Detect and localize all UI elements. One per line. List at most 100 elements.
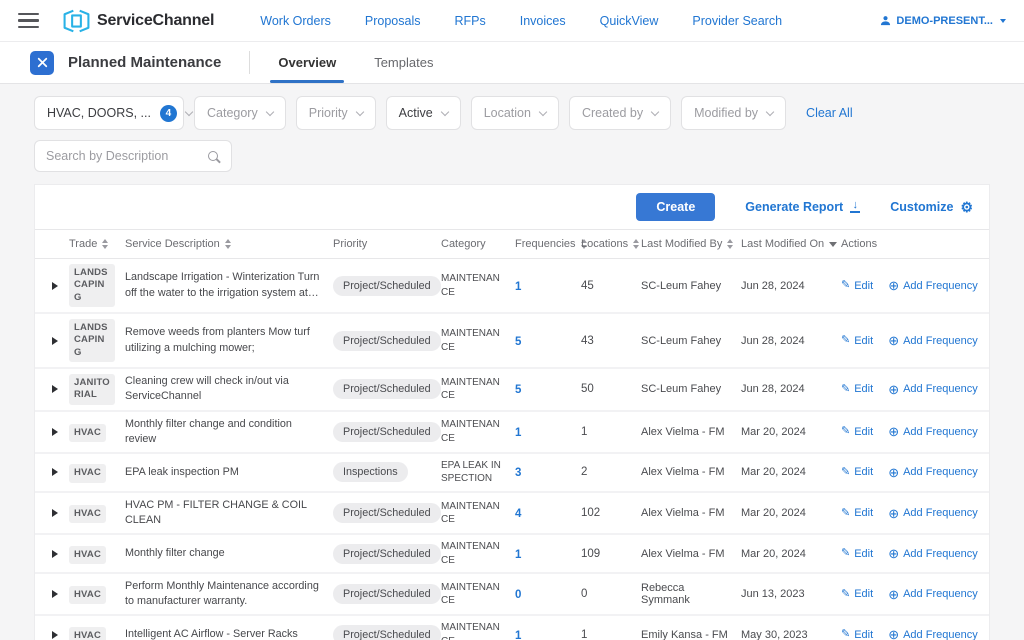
filter-dropdown[interactable]: Modified by bbox=[681, 96, 786, 130]
frequencies-link[interactable]: 1 bbox=[515, 281, 521, 293]
edit-link[interactable]: ✎ Edit bbox=[841, 280, 873, 292]
expand-row-icon[interactable] bbox=[52, 468, 58, 476]
last-modified-by-cell: SC-Leum Fahey bbox=[641, 335, 741, 347]
user-menu[interactable]: DEMO-PRESENT... bbox=[880, 15, 1006, 27]
generate-report-link[interactable]: Generate Report ↓ bbox=[745, 200, 860, 214]
edit-link[interactable]: ✎ Edit bbox=[841, 466, 873, 478]
edit-link[interactable]: ✎ Edit bbox=[841, 629, 873, 640]
frequencies-link[interactable]: 5 bbox=[515, 384, 521, 396]
frequencies-link[interactable]: 1 bbox=[515, 549, 521, 561]
priority-pill: Project/Scheduled bbox=[333, 331, 441, 351]
edit-link[interactable]: ✎ Edit bbox=[841, 383, 873, 395]
column-header[interactable]: Last Modified On bbox=[741, 238, 841, 250]
edit-link[interactable]: ✎ Edit bbox=[841, 426, 873, 438]
edit-icon: ✎ bbox=[841, 629, 850, 640]
trade-filter-count-badge: 4 bbox=[160, 105, 177, 122]
expand-row-icon[interactable] bbox=[52, 590, 58, 598]
nav-link[interactable]: Provider Search bbox=[692, 14, 782, 28]
tab[interactable]: Overview bbox=[278, 42, 336, 83]
frequencies-link[interactable]: 1 bbox=[515, 630, 521, 640]
add-frequency-link[interactable]: ⊕ Add Frequency bbox=[888, 334, 978, 347]
expand-row-icon[interactable] bbox=[52, 631, 58, 639]
filter-dropdown[interactable]: Active bbox=[386, 96, 461, 130]
create-button[interactable]: Create bbox=[636, 193, 715, 221]
brand-logo[interactable]: ServiceChannel bbox=[63, 9, 214, 33]
expand-row-icon[interactable] bbox=[52, 385, 58, 393]
hamburger-menu-icon[interactable] bbox=[18, 13, 39, 29]
customize-label: Customize bbox=[890, 200, 953, 214]
service-description: Cleaning crew will check in/out via Serv… bbox=[125, 374, 333, 404]
add-frequency-link[interactable]: ⊕ Add Frequency bbox=[888, 547, 978, 560]
table-header-row: Trade Service Description Priority bbox=[35, 229, 989, 259]
customize-link[interactable]: Customize ⚙ bbox=[890, 200, 973, 214]
nav-link[interactable]: Work Orders bbox=[260, 14, 331, 28]
column-header-label: Locations bbox=[581, 238, 628, 250]
edit-link[interactable]: ✎ Edit bbox=[841, 335, 873, 347]
edit-link[interactable]: ✎ Edit bbox=[841, 548, 873, 560]
last-modified-by-cell: Alex Vielma - FM bbox=[641, 548, 741, 560]
last-modified-on-cell: Jun 28, 2024 bbox=[741, 335, 841, 347]
add-frequency-link[interactable]: ⊕ Add Frequency bbox=[888, 628, 978, 640]
add-frequency-link[interactable]: ⊕ Add Frequency bbox=[888, 466, 978, 479]
edit-icon: ✎ bbox=[841, 426, 850, 437]
column-header[interactable]: Category bbox=[441, 238, 515, 250]
edit-link[interactable]: ✎ Edit bbox=[841, 507, 873, 519]
expand-row-icon[interactable] bbox=[52, 550, 58, 558]
priority-pill: Project/Scheduled bbox=[333, 584, 441, 604]
filter-dropdown-label: Created by bbox=[582, 106, 643, 120]
edit-label: Edit bbox=[854, 507, 873, 519]
last-modified-on-cell: May 30, 2023 bbox=[741, 629, 841, 640]
column-header[interactable]: Locations bbox=[581, 238, 641, 250]
frequencies-link[interactable]: 5 bbox=[515, 336, 521, 348]
actions-cell: ✎ Edit ⊕ Add Frequency bbox=[841, 588, 979, 601]
add-icon: ⊕ bbox=[888, 383, 899, 396]
nav-link[interactable]: QuickView bbox=[600, 14, 659, 28]
expand-row-icon[interactable] bbox=[52, 509, 58, 517]
filters-section: HVAC, DOORS, ... 4 Category Priority Act… bbox=[0, 84, 1024, 172]
filter-dropdown-label: Location bbox=[484, 106, 531, 120]
nav-link[interactable]: RFPs bbox=[454, 14, 485, 28]
clear-all-link[interactable]: Clear All bbox=[806, 106, 853, 120]
tab[interactable]: Templates bbox=[374, 42, 433, 83]
search-icon[interactable] bbox=[208, 151, 218, 161]
frequencies-link[interactable]: 1 bbox=[515, 427, 521, 439]
edit-link[interactable]: ✎ Edit bbox=[841, 588, 873, 600]
sort-icon bbox=[633, 239, 639, 249]
filter-dropdown[interactable]: Priority bbox=[296, 96, 376, 130]
column-header[interactable]: Last Modified By bbox=[641, 238, 741, 250]
service-description: Monthly filter change and condition revi… bbox=[125, 417, 333, 447]
column-header-label: Last Modified By bbox=[641, 238, 722, 250]
filter-dropdown-label: Modified by bbox=[694, 106, 758, 120]
edit-icon: ✎ bbox=[841, 280, 850, 291]
search-input[interactable] bbox=[46, 149, 208, 163]
trade-filter-dropdown[interactable]: HVAC, DOORS, ... 4 bbox=[34, 96, 184, 130]
expand-row-icon[interactable] bbox=[52, 428, 58, 436]
filter-dropdown[interactable]: Category bbox=[194, 96, 286, 130]
column-header[interactable]: Frequencies bbox=[515, 238, 581, 250]
table-row: HVAC EPA leak inspection PM Inspections … bbox=[35, 454, 989, 493]
add-frequency-link[interactable]: ⊕ Add Frequency bbox=[888, 588, 978, 601]
add-icon: ⊕ bbox=[888, 547, 899, 560]
frequencies-link[interactable]: 3 bbox=[515, 467, 521, 479]
column-header[interactable]: Actions bbox=[841, 238, 979, 250]
nav-link[interactable]: Invoices bbox=[520, 14, 566, 28]
nav-link[interactable]: Proposals bbox=[365, 14, 421, 28]
service-description: Monthly filter change bbox=[125, 546, 333, 561]
locations-cell: 45 bbox=[581, 280, 641, 292]
edit-icon: ✎ bbox=[841, 384, 850, 395]
add-frequency-link[interactable]: ⊕ Add Frequency bbox=[888, 383, 978, 396]
add-frequency-link[interactable]: ⊕ Add Frequency bbox=[888, 507, 978, 520]
column-header[interactable]: Trade bbox=[69, 238, 125, 250]
frequencies-link[interactable]: 0 bbox=[515, 589, 521, 601]
add-frequency-link[interactable]: ⊕ Add Frequency bbox=[888, 279, 978, 292]
add-icon: ⊕ bbox=[888, 425, 899, 438]
filter-dropdown[interactable]: Created by bbox=[569, 96, 671, 130]
expand-row-icon[interactable] bbox=[52, 337, 58, 345]
column-header[interactable]: Service Description bbox=[125, 238, 333, 250]
column-header[interactable]: Priority bbox=[333, 238, 441, 250]
add-frequency-link[interactable]: ⊕ Add Frequency bbox=[888, 425, 978, 438]
filter-dropdown[interactable]: Location bbox=[471, 96, 559, 130]
expand-row-icon[interactable] bbox=[52, 282, 58, 290]
frequencies-link[interactable]: 4 bbox=[515, 508, 521, 520]
sort-desc-icon bbox=[829, 242, 837, 247]
